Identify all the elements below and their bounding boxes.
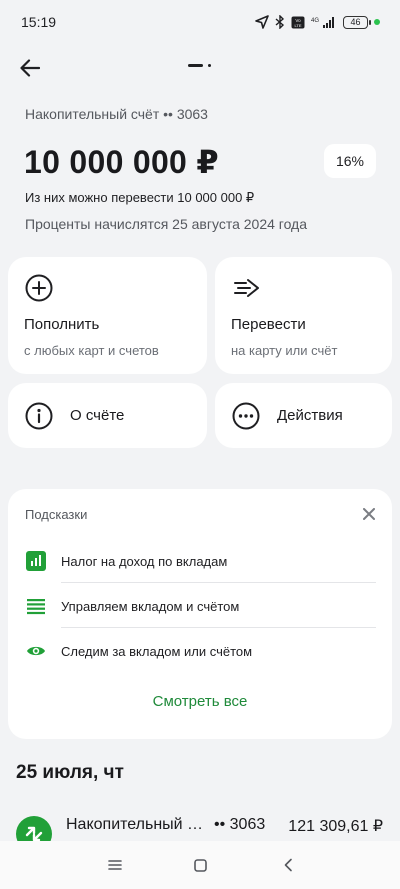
eye-icon [26,641,46,661]
account-label: Накопительный счёт •• 3063 [25,106,208,122]
topup-title: Пополнить [24,316,100,333]
bluetooth-icon [275,15,285,29]
top-bar [0,48,400,88]
more-actions-title: Действия [277,407,343,424]
transfer-card[interactable]: Перевести на карту или счёт [215,257,392,374]
status-bar: 15:19 Vo LTE 4G 46 [0,0,400,44]
location-arrow-icon [255,15,269,29]
svg-text:LTE: LTE [294,23,301,28]
status-icons: Vo LTE 4G 46 [255,15,380,29]
recent-apps-button[interactable] [104,855,126,875]
tip-item-tax[interactable]: Налог на доход по вкладам [26,539,376,583]
divider [61,627,376,628]
transferable-amount: Из них можно перевести 10 000 000 ₽ [25,190,255,205]
volte-icon: Vo LTE [291,16,305,29]
tip-label: Налог на доход по вкладам [61,553,228,569]
arrow-left-icon [20,59,40,77]
system-back-button[interactable] [277,855,299,875]
send-arrow-icon [231,273,261,303]
info-circle-icon [24,401,54,431]
tip-item-monitor[interactable]: Следим за вкладом или счётом [26,629,376,673]
about-account-title: О счёте [70,407,125,424]
transaction-amount: 121 309,61 ₽ [288,818,383,835]
plus-circle-icon [24,273,54,303]
battery-icon: 46 [343,15,371,29]
svg-text:4G: 4G [311,18,319,24]
list-icon [26,596,46,616]
history-date-heading: 25 июля, чт [16,762,124,783]
more-dots-icon [231,401,261,431]
about-account-card[interactable]: О счёте [8,383,207,448]
transfer-title: Перевести [231,316,306,333]
chevron-left-icon [284,858,292,872]
home-button[interactable] [189,855,211,875]
menu-lines-icon [108,860,122,870]
status-time: 15:19 [21,14,57,30]
topup-subtitle: с любых карт и счетов [24,343,159,358]
chart-icon [26,551,46,571]
interest-rate-badge[interactable]: 16% [324,144,376,178]
square-icon [193,858,207,872]
transaction-account: •• 3063 [214,816,266,833]
back-button[interactable] [16,54,44,82]
privacy-indicator-dot [374,19,380,25]
interest-date-note: Проценты начислятся 25 августа 2024 года [25,216,308,232]
tips-title: Подсказки [25,507,88,522]
close-icon [363,508,375,520]
account-balance: 10 000 000 ₽ [24,144,219,180]
signal-4g-icon: 4G [311,16,337,29]
tip-label: Следим за вкладом или счётом [61,643,253,659]
tips-close-button[interactable] [358,503,380,525]
more-actions-card[interactable]: Действия [215,383,392,448]
tips-panel: Подсказки Налог на доход по вкладам Упра… [8,489,392,739]
see-all-tips-link[interactable]: Смотреть все [8,693,392,710]
tip-label: Управляем вкладом и счётом [61,598,240,614]
system-nav-bar [0,841,400,889]
tip-item-manage[interactable]: Управляем вкладом и счётом [26,584,376,628]
topup-card[interactable]: Пополнить с любых карт и счетов [8,257,207,374]
transfer-subtitle: на карту или счёт [231,343,338,358]
divider [61,582,376,583]
transaction-name: Накопительный счёт [66,816,206,833]
loading-indicator [188,64,211,67]
